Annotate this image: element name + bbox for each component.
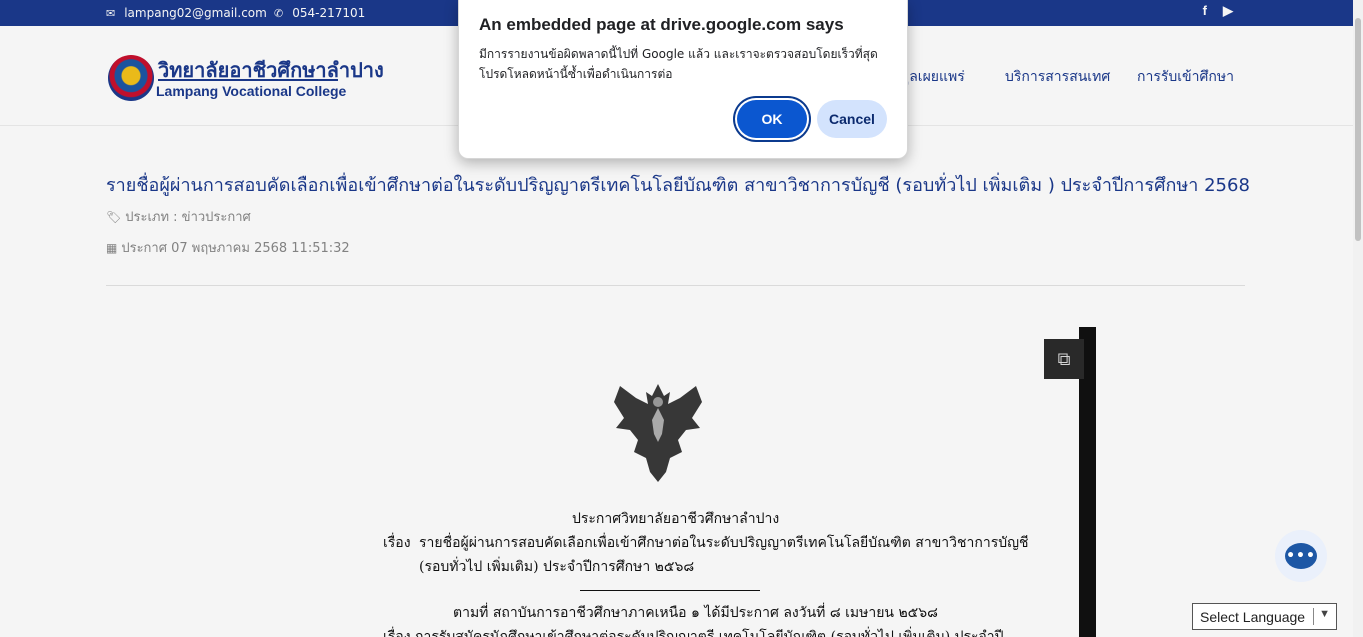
email-contact[interactable]: ✉ lampang02@gmail.com [106,0,267,26]
language-select[interactable]: Select Language ▼ [1192,603,1337,630]
tag-icon: 🏷 [106,209,122,224]
language-select-separator [1313,608,1314,625]
article-category-text: ประเภท : ข่าวประกาศ [125,210,251,225]
doc-subject-line2: (รอบทั่วไป เพิ่มเติม) ประจำปีการศึกษา ๒๕… [419,559,695,575]
dialog-message: มีการรายงานข้อผิดพลาดนี้ไปที่ Google แล้… [479,47,878,81]
chat-bubble-icon: ••• [1285,543,1317,569]
logo-underline [158,79,338,81]
article-date: ▦ ประกาศ 07 พฤษภาคม 2568 11:51:32 [106,237,350,258]
doc-body-line2: เรื่อง การรับสมัครนักศึกษาเข้าศึกษาต่อระ… [383,629,1004,637]
chat-widget-button[interactable]: ••• [1275,530,1327,582]
doc-subject-label: เรื่อง [383,535,411,551]
logo-thai-name[interactable]: วิทยาลัยอาชีวศึกษาลำปาง [158,54,384,86]
calendar-icon: ▦ [106,240,118,255]
envelope-icon: ✉ [106,6,116,20]
page-scrollbar[interactable] [1353,0,1363,637]
popout-icon[interactable]: ⧉ [1044,339,1084,379]
ok-button[interactable]: OK [737,100,807,138]
social-links: f ▶ [1203,3,1233,19]
alert-dialog: An embedded page at drive.google.com say… [458,0,908,159]
nav-item-publications[interactable]: มูลเผยแพร่ [900,66,965,88]
nav-item-info-services[interactable]: บริการสารสนเทศ [1005,66,1110,88]
phone-contact[interactable]: ✆ 054-217101 [274,0,365,26]
garuda-emblem [614,384,702,482]
article-title: รายชื่อผู้ผ่านการสอบคัดเลือกเพื่อเข้าศึก… [106,175,1250,196]
page-scrollbar-thumb[interactable] [1355,18,1361,241]
facebook-icon[interactable]: f [1203,3,1207,19]
doc-rule [580,590,760,591]
college-seal-logo[interactable] [108,55,154,101]
chevron-down-icon: ▼ [1319,608,1330,620]
doc-body-line1: ตามที่ สถาบันการอาชีวศึกษาภาคเหนือ ๑ ได้… [453,605,938,621]
phone-icon: ✆ [274,6,284,20]
email-text: lampang02@gmail.com [124,6,267,20]
dialog-title: An embedded page at drive.google.com say… [479,15,844,34]
phone-text: 054-217101 [292,6,366,20]
youtube-icon[interactable]: ▶ [1223,3,1233,19]
article-date-text: ประกาศ 07 พฤษภาคม 2568 11:51:32 [121,241,350,256]
doc-heading: ประกาศวิทยาลัยอาชีวศึกษาลำปาง [572,511,780,527]
doc-subject-line1: รายชื่อผู้ผ่านการสอบคัดเลือกเพื่อเข้าศึก… [419,535,1029,551]
language-select-label: Select Language [1200,608,1306,625]
article-divider [106,285,1245,286]
article-category: 🏷 ประเภท : ข่าวประกาศ [106,206,251,227]
cancel-button[interactable]: Cancel [817,100,887,138]
logo-english-name[interactable]: Lampang Vocational College [156,83,346,99]
nav-item-admissions[interactable]: การรับเข้าศึกษา [1137,66,1234,88]
